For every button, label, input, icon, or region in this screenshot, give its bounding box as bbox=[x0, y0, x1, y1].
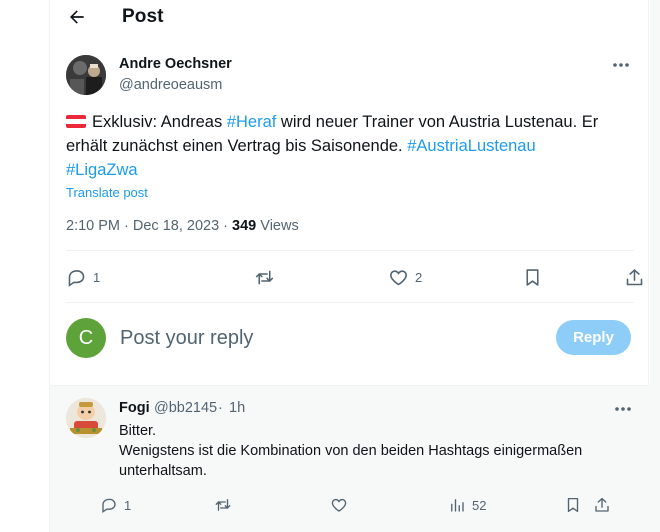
left-gutter bbox=[0, 0, 49, 532]
tweet-text-part1: Exklusiv: Andreas bbox=[92, 113, 227, 131]
reply-text-line: Bitter. bbox=[119, 423, 157, 439]
views-label: Views bbox=[256, 218, 299, 234]
current-user-avatar[interactable]: C bbox=[66, 318, 106, 358]
reply-author-avatar[interactable] bbox=[66, 398, 106, 438]
back-button[interactable] bbox=[64, 4, 90, 30]
reply-more-options-button[interactable] bbox=[612, 401, 634, 417]
hashtag-austria-lustenau[interactable]: #AustriaLustenau bbox=[407, 137, 535, 155]
reply-views-count: 52 bbox=[472, 497, 487, 513]
tweet-time[interactable]: 2:10 PM bbox=[66, 218, 120, 234]
more-options-button[interactable] bbox=[610, 57, 632, 73]
reply-meta-separator: · bbox=[218, 400, 223, 416]
right-gutter bbox=[650, 0, 660, 532]
reply-text: Bitter. Wenigstens ist die Kombination v… bbox=[119, 421, 629, 481]
hashtag-heraf[interactable]: #Heraf bbox=[227, 113, 277, 131]
post-column: Post Andre Oechsner @andreoeausm Exklusi… bbox=[49, 0, 650, 532]
meta-separator: · bbox=[120, 218, 133, 234]
page-header: Post bbox=[50, 0, 650, 36]
analytics-bars-icon bbox=[451, 499, 464, 512]
reply-like-button[interactable] bbox=[330, 491, 348, 519]
more-horizontal-icon bbox=[613, 63, 629, 67]
tweet-text: Exklusiv: Andreas #Heraf wird neuer Trai… bbox=[66, 110, 641, 182]
heart-icon bbox=[331, 498, 347, 512]
flag-stripe-bottom bbox=[66, 123, 86, 128]
author-avatar[interactable] bbox=[66, 55, 106, 95]
share-icon bbox=[626, 268, 643, 285]
like-count: 2 bbox=[415, 269, 423, 285]
comment-icon bbox=[102, 498, 116, 514]
repost-button[interactable] bbox=[254, 263, 275, 291]
reply-bookmark-button[interactable] bbox=[564, 491, 582, 519]
views-count: 349 bbox=[232, 218, 257, 234]
share-icon bbox=[595, 497, 609, 512]
heart-icon bbox=[390, 269, 407, 285]
page-title: Post bbox=[122, 6, 164, 27]
like-button[interactable]: 2 bbox=[388, 263, 422, 291]
comment-icon bbox=[68, 269, 85, 287]
reply-share-button[interactable] bbox=[593, 491, 611, 519]
author-handle[interactable]: @andreoeausm bbox=[119, 77, 222, 93]
share-button[interactable] bbox=[624, 263, 645, 291]
divider bbox=[66, 302, 634, 303]
reply-views-button[interactable]: 52 bbox=[448, 491, 486, 519]
reply-button[interactable]: 1 bbox=[66, 263, 100, 291]
reply-author-name[interactable]: Fogi bbox=[119, 400, 150, 416]
austria-flag-icon bbox=[66, 115, 86, 128]
reply-author-handle[interactable]: @bb2145 bbox=[154, 400, 217, 416]
reply-repost-button[interactable] bbox=[214, 491, 232, 519]
reply-time[interactable]: 1h bbox=[229, 400, 245, 416]
reply-input[interactable] bbox=[120, 323, 520, 353]
divider bbox=[66, 250, 634, 251]
reply-actions: 1 52 bbox=[102, 491, 635, 514]
more-horizontal-icon bbox=[615, 407, 631, 411]
reply-post[interactable]: Fogi @bb2145 · 1h Bitter. Wenigstens ist… bbox=[50, 386, 650, 532]
reply-count: 1 bbox=[93, 269, 101, 285]
repost-icon bbox=[255, 270, 274, 284]
reply-submit-button[interactable]: Reply bbox=[556, 320, 631, 355]
tweet-meta: 2:10 PM · Dec 18, 2023 · 349 Views bbox=[66, 218, 299, 234]
translate-post-link[interactable]: Translate post bbox=[66, 185, 148, 200]
bookmark-icon bbox=[567, 497, 579, 513]
author-name[interactable]: Andre Oechsner bbox=[119, 56, 232, 72]
tweet-actions: 1 2 bbox=[66, 263, 643, 291]
bookmark-button[interactable] bbox=[522, 263, 543, 291]
bookmark-icon bbox=[526, 268, 539, 286]
meta-separator-2: · bbox=[219, 218, 233, 234]
reply-text-line: Wenigstens ist die Kombination von den b… bbox=[119, 443, 583, 479]
tweet-date[interactable]: Dec 18, 2023 bbox=[133, 218, 219, 234]
repost-icon bbox=[215, 499, 231, 511]
arrow-left-icon bbox=[70, 10, 84, 24]
reply-reply-count: 1 bbox=[124, 497, 132, 513]
reply-reply-button[interactable]: 1 bbox=[100, 491, 131, 519]
hashtag-ligazwa[interactable]: #LigaZwa bbox=[66, 161, 138, 179]
